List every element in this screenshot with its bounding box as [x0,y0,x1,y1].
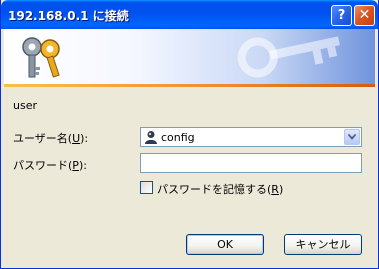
dialog-banner [4,29,375,84]
realm-text: user [13,99,37,112]
password-input[interactable] [140,153,362,173]
help-button[interactable]: ? [331,5,352,26]
username-dropdown-button[interactable] [344,129,360,145]
banner-accent-line [4,84,375,87]
remember-password-checkbox[interactable] [140,181,153,194]
password-label: パスワード(P): [13,159,87,172]
ok-button[interactable]: OK [186,234,264,255]
title-bar[interactable]: 192.168.0.1 に接続 ? ✕ [1,0,378,29]
help-icon: ? [337,8,346,23]
username-combobox[interactable]: config [140,127,362,147]
close-button[interactable]: ✕ [354,5,375,26]
close-icon: ✕ [358,7,371,23]
username-value: config [161,131,195,144]
user-icon [145,131,157,144]
remember-password-label[interactable]: パスワードを記憶する(R) [157,181,283,197]
username-label: ユーザー名(U): [13,132,89,145]
keys-icon [22,37,60,78]
keys-watermark-icon [237,36,340,78]
window-title: 192.168.0.1 に接続 [8,9,129,23]
cancel-button[interactable]: キャンセル [284,234,362,255]
chevron-down-icon [348,134,356,140]
login-dialog: 192.168.0.1 に接続 ? ✕ user ユーザー名(U): confi… [0,0,379,269]
